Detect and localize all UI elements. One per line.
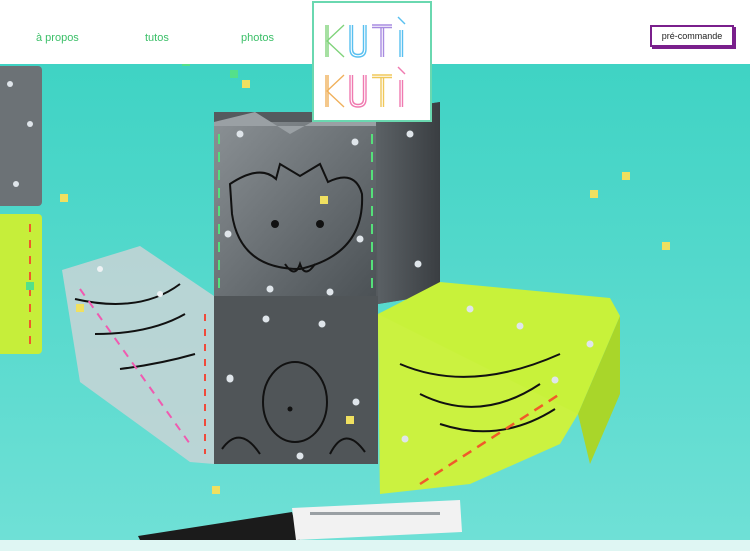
pre-order-button[interactable]: pré-commande (650, 25, 734, 47)
logo-mark (325, 16, 406, 108)
logo-line-2 (325, 66, 406, 108)
nav-link-photos[interactable]: photos (241, 32, 274, 44)
hero-illustration (0, 64, 750, 540)
nav-link-tutos[interactable]: tutos (145, 32, 169, 44)
site-logo[interactable] (312, 1, 432, 122)
hero-photo (0, 64, 750, 540)
nav-link-a-propos[interactable]: à propos (36, 32, 79, 44)
bottom-belly-cube (214, 296, 378, 464)
page-bottom-strip (0, 540, 750, 551)
logo-line-1 (325, 16, 406, 58)
left-lime-cube (0, 214, 42, 354)
left-grey-cube (0, 66, 42, 206)
